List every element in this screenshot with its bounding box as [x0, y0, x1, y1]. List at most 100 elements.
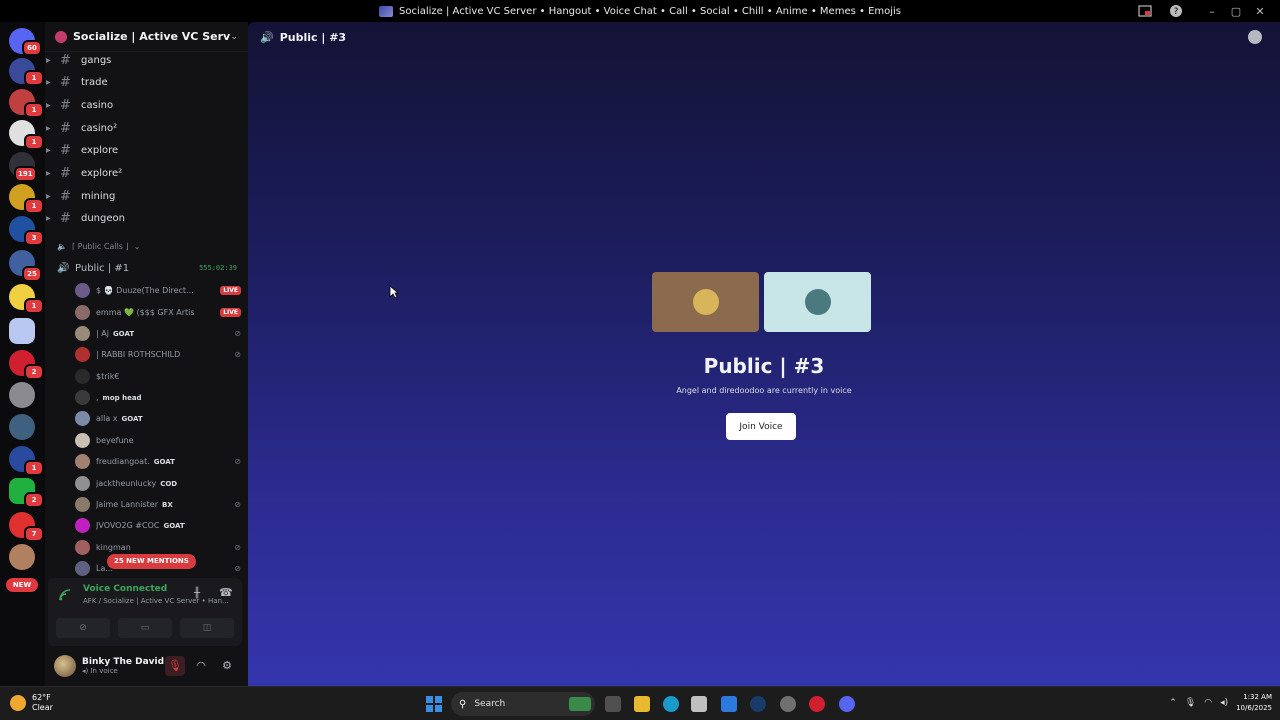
voice-member[interactable]: | RABBI ROTHSCHILD ⊘ — [75, 344, 241, 365]
settings-app-icon[interactable] — [780, 696, 796, 712]
gear-icon[interactable]: ⚙ — [217, 656, 237, 676]
member-tag: GOAT — [163, 521, 185, 530]
voice-channel-item[interactable]: 🔊 Public | #1 555:02:39 — [57, 260, 237, 276]
channel-item[interactable]: ▶ # gangs — [45, 50, 248, 70]
collapse-arrow-icon: ▶ — [46, 192, 51, 200]
chevron-up-icon[interactable]: ⌃ — [1169, 698, 1177, 708]
server-icon[interactable] — [9, 544, 35, 570]
channel-item[interactable]: ▶ # dungeon — [45, 208, 248, 228]
signal-icon[interactable] — [58, 588, 72, 602]
user-panel: Binky The David ◂) In voice 🎙 ◠ ⚙ — [48, 646, 242, 686]
disconnect-icon[interactable]: ☎ — [219, 586, 233, 599]
steam-icon[interactable] — [750, 696, 766, 712]
participant-tile[interactable] — [652, 272, 759, 332]
close-icon[interactable]: ✕ — [1248, 5, 1272, 18]
minimize-icon[interactable]: – — [1200, 5, 1224, 18]
clock[interactable]: 1:32 AM 10/6/2025 — [1236, 692, 1272, 714]
channel-title: Public | #3 — [279, 30, 347, 44]
voice-member[interactable]: freudiangoat. GOAT ⊘ — [75, 451, 241, 472]
notepad-icon[interactable] — [721, 696, 737, 712]
voice-member[interactable]: Jaime Lannister BX ⊘ — [75, 494, 241, 515]
member-name: , — [96, 393, 99, 402]
avatar — [75, 497, 90, 512]
participant-tile[interactable] — [764, 272, 871, 332]
new-servers-pill[interactable]: NEW — [6, 578, 38, 592]
hash-icon: # — [60, 74, 71, 90]
chat-bubble-icon[interactable] — [1248, 30, 1262, 44]
volume-icon[interactable]: ◂) — [1220, 698, 1228, 708]
voice-status[interactable]: Voice Connected — [83, 584, 167, 594]
server-header[interactable]: Socialize | Active VC Server • ... ⌄ — [45, 22, 248, 52]
avatar — [804, 289, 831, 315]
voice-member[interactable]: emma 💚 ($$$ GFX Artist) LIVE — [75, 302, 241, 323]
mic-muted-icon[interactable]: 🎙 — [165, 656, 185, 676]
noise-suppression-icon[interactable]: ╫ — [194, 588, 200, 599]
search-icon: ⚲ — [459, 698, 467, 710]
voice-member[interactable]: | Aj GOAT ⊘ — [75, 323, 241, 344]
edge-icon[interactable] — [663, 696, 679, 712]
taskbar-search[interactable]: ⚲ Search — [451, 692, 595, 716]
channel-item[interactable]: ▶ # casino² — [45, 118, 248, 138]
headphones-icon[interactable]: ◠ — [191, 656, 211, 676]
microphone-icon[interactable]: 🎙 — [1185, 698, 1196, 708]
user-info[interactable]: Binky The David ◂) In voice — [82, 657, 164, 675]
avatar[interactable] — [54, 655, 76, 677]
muted-icon: ⊘ — [234, 543, 241, 552]
start-button[interactable] — [426, 696, 442, 712]
unread-badge: 191 — [14, 166, 37, 182]
server-icon[interactable] — [9, 318, 35, 344]
new-mentions-pill[interactable]: 25 NEW MENTIONS — [107, 554, 196, 569]
discord-icon[interactable] — [839, 696, 855, 712]
avatar — [75, 390, 90, 405]
avatar — [75, 454, 90, 469]
live-badge: LIVE — [220, 308, 241, 317]
category-header[interactable]: 🔈 ⌈ Public Calls ⌋ ⌄ — [57, 242, 140, 251]
voice-member[interactable]: beyefune — [75, 430, 241, 451]
opera-icon[interactable] — [809, 696, 825, 712]
screen-share-button[interactable]: ▭ — [118, 618, 172, 638]
task-view-icon[interactable] — [605, 696, 621, 712]
server-icon[interactable] — [9, 382, 35, 408]
system-tray: ⌃ 🎙 ◠ ◂) 1:32 AM 10/6/2025 — [1169, 692, 1272, 714]
help-icon[interactable]: ? — [1169, 4, 1183, 18]
voice-member[interactable]: , mop head — [75, 387, 241, 408]
voice-member[interactable]: $trik€ — [75, 366, 241, 387]
member-name: beyefune — [96, 436, 134, 445]
voice-location[interactable]: AFK / Socialize | Active VC Server • Han… — [83, 597, 228, 605]
channel-item[interactable]: ▶ # mining — [45, 186, 248, 206]
voice-member[interactable]: JVOVO2G #COC GOAT — [75, 515, 241, 536]
category-label: ⌈ Public Calls ⌋ — [71, 242, 129, 251]
unread-badge: 3 — [24, 230, 44, 246]
voice-member[interactable]: $ 💀 Duuze(The Direct... LIVE — [75, 280, 241, 301]
snipping-tool-icon[interactable] — [691, 696, 707, 712]
channel-name: gangs — [81, 54, 112, 66]
server-rail: 60 1 1 1 191 1 3 25 1 2 1 2 7 NEW — [0, 22, 45, 686]
avatar — [75, 411, 90, 426]
title-bar: Socialize | Active VC Server • Hangout •… — [0, 0, 1280, 22]
wifi-icon[interactable]: ◠ — [1204, 698, 1212, 708]
live-badge: LIVE — [220, 286, 241, 295]
server-icon[interactable] — [9, 414, 35, 440]
channel-item[interactable]: ▶ # explore — [45, 140, 248, 160]
hash-icon: # — [60, 142, 71, 158]
activities-button[interactable]: ◫ — [180, 618, 234, 638]
voice-member[interactable]: alla x GOAT — [75, 408, 241, 429]
unread-badge: 1 — [24, 198, 44, 214]
join-voice-button[interactable]: Join Voice — [726, 413, 796, 440]
video-button[interactable]: ⊘ — [56, 618, 110, 638]
maximize-icon[interactable]: ▢ — [1224, 5, 1248, 18]
channel-item[interactable]: ▶ # explore² — [45, 163, 248, 183]
unread-badge: 1 — [24, 134, 44, 150]
inbox-icon[interactable] — [1138, 4, 1152, 18]
channel-name: trade — [81, 76, 108, 88]
channel-item[interactable]: ▶ # trade — [45, 72, 248, 92]
voice-member[interactable]: jacktheunlucky COD — [75, 473, 241, 494]
user-status-text: In voice — [90, 667, 118, 675]
channel-item[interactable]: ▶ # casino — [45, 95, 248, 115]
weather-widget[interactable]: 62°F Clear — [10, 693, 53, 713]
chevron-down-icon[interactable]: ⌄ — [230, 32, 238, 42]
hash-icon: # — [60, 165, 71, 181]
channel-header: 🔊 Public | #3 — [248, 22, 1280, 52]
server-badge-icon — [55, 30, 67, 43]
file-explorer-icon[interactable] — [634, 696, 650, 712]
